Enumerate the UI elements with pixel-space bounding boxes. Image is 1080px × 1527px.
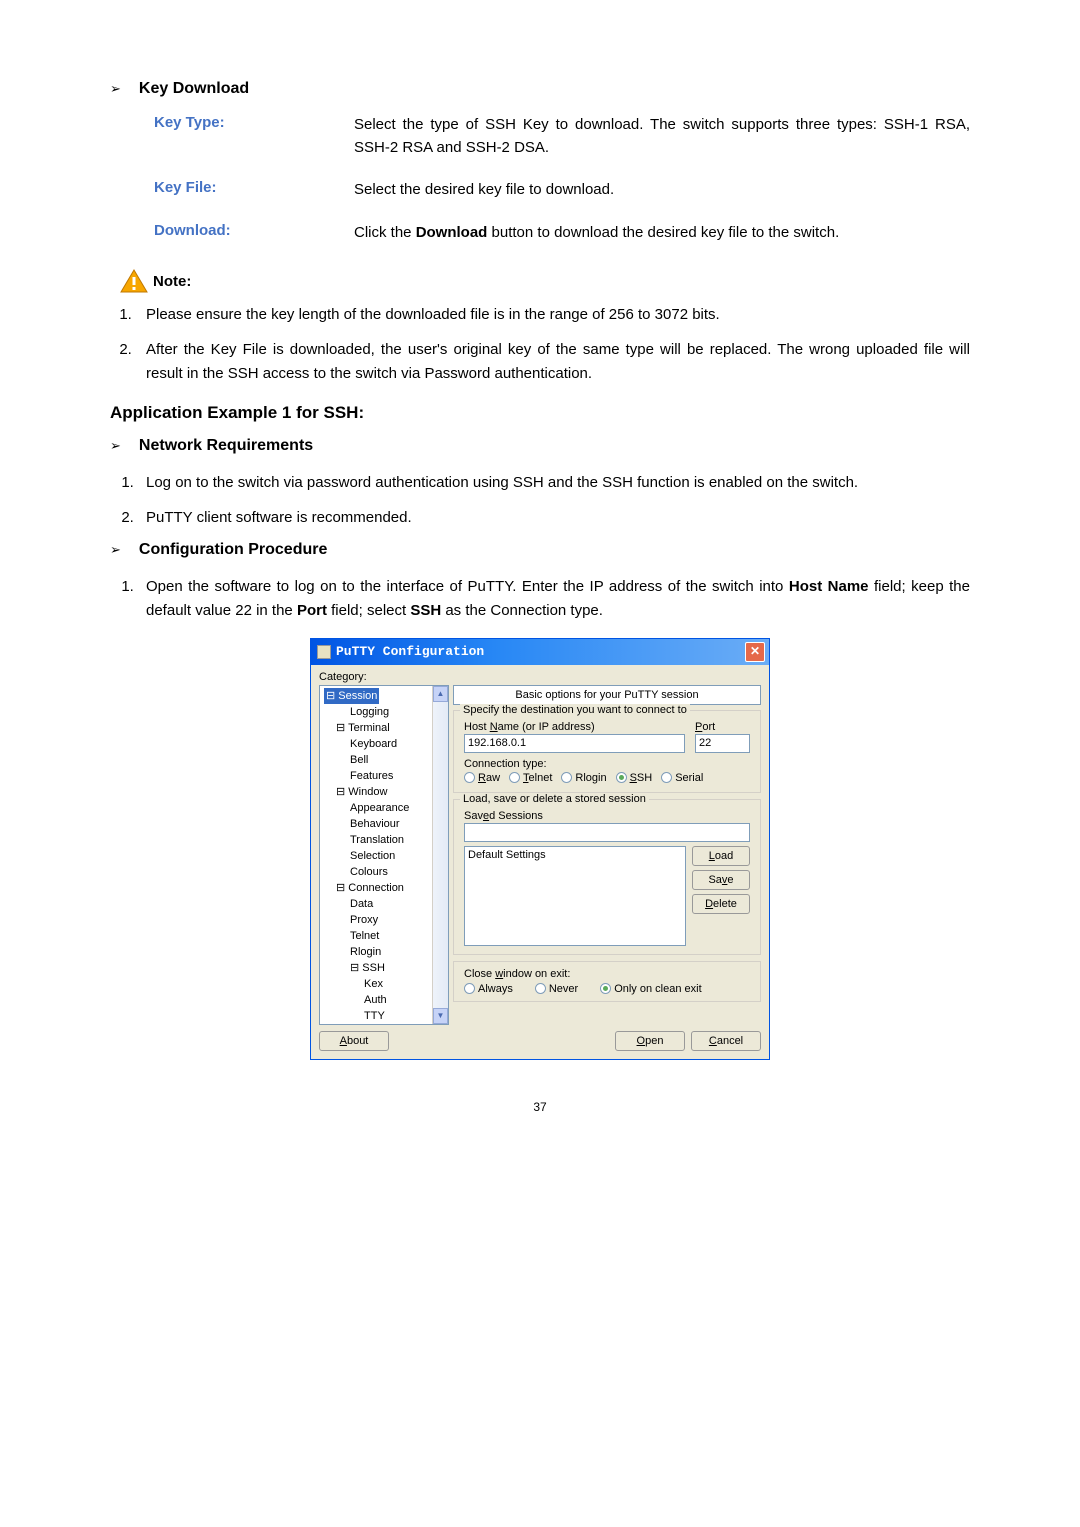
sessions-legend: Load, save or delete a stored session bbox=[460, 793, 649, 805]
category-label: Category: bbox=[319, 671, 761, 683]
page-number: 37 bbox=[110, 1100, 970, 1114]
radio-rlogin[interactable]: Rlogin bbox=[561, 772, 606, 784]
desc-key-file: Select the desired key file to download. bbox=[354, 179, 970, 202]
bullet-icon: ➢ bbox=[110, 438, 121, 454]
term-key-file: Key File: bbox=[154, 179, 354, 202]
putty-app-icon bbox=[317, 645, 331, 659]
session-item-default[interactable]: Default Settings bbox=[468, 849, 682, 861]
note-item-1: Please ensure the key length of the down… bbox=[136, 303, 970, 326]
tree-item[interactable]: Bell bbox=[324, 752, 448, 768]
tree-item[interactable]: Features bbox=[324, 768, 448, 784]
category-tree[interactable]: ⊟ SessionLogging⊟ TerminalKeyboardBellFe… bbox=[319, 685, 449, 1025]
radio-close-never[interactable]: Never bbox=[535, 983, 578, 995]
close-window-label: Close window on exit: bbox=[464, 968, 750, 980]
tree-item[interactable]: ⊟ SSH bbox=[324, 960, 448, 976]
destination-legend: Specify the destination you want to conn… bbox=[460, 704, 690, 716]
hostname-label: Host Name (or IP address) bbox=[464, 721, 685, 733]
tree-item[interactable]: TTY bbox=[324, 1008, 448, 1024]
radio-raw[interactable]: Raw bbox=[464, 772, 500, 784]
load-button[interactable]: Load bbox=[692, 846, 750, 866]
tree-item[interactable]: Rlogin bbox=[324, 944, 448, 960]
radio-telnet[interactable]: Telnet bbox=[509, 772, 552, 784]
radio-close-only-on-clean-exit[interactable]: Only on clean exit bbox=[600, 983, 701, 995]
tree-item[interactable]: Appearance bbox=[324, 800, 448, 816]
radio-close-always[interactable]: Always bbox=[464, 983, 513, 995]
tree-item[interactable]: Translation bbox=[324, 832, 448, 848]
radio-ssh[interactable]: SSH bbox=[616, 772, 653, 784]
putty-config-window: PuTTY Configuration ✕ Category: ⊟ Sessio… bbox=[310, 638, 770, 1060]
bullet-icon: ➢ bbox=[110, 81, 121, 97]
tree-item[interactable]: Logging bbox=[324, 704, 448, 720]
network-req-1: Log on to the switch via password authen… bbox=[138, 471, 970, 494]
port-input[interactable] bbox=[695, 734, 750, 753]
tree-item[interactable]: ⊟ Session bbox=[324, 688, 448, 704]
save-button[interactable]: Save bbox=[692, 870, 750, 890]
network-req-2: PuTTY client software is recommended. bbox=[138, 506, 970, 529]
saved-sessions-label: Saved Sessions bbox=[464, 810, 750, 822]
tree-item[interactable]: Colours bbox=[324, 864, 448, 880]
scroll-down-icon[interactable]: ▼ bbox=[433, 1008, 448, 1024]
warning-icon bbox=[120, 269, 148, 293]
scrollbar[interactable]: ▲ ▼ bbox=[432, 686, 448, 1024]
key-download-heading: Key Download bbox=[139, 80, 249, 98]
tree-item[interactable]: Behaviour bbox=[324, 816, 448, 832]
tree-item[interactable]: X11 bbox=[324, 1024, 448, 1025]
bullet-icon: ➢ bbox=[110, 542, 121, 558]
cancel-button[interactable]: Cancel bbox=[691, 1031, 761, 1051]
network-req-heading: Network Requirements bbox=[139, 437, 313, 455]
tree-item[interactable]: ⊟ Connection bbox=[324, 880, 448, 896]
radio-serial[interactable]: Serial bbox=[661, 772, 703, 784]
panel-title: Basic options for your PuTTY session bbox=[453, 685, 761, 705]
note-label: Note: bbox=[153, 273, 191, 290]
connection-type-label: Connection type: bbox=[464, 758, 750, 770]
tree-item[interactable]: Keyboard bbox=[324, 736, 448, 752]
term-download: Download: bbox=[154, 222, 354, 245]
tree-item[interactable]: Selection bbox=[324, 848, 448, 864]
sessions-list[interactable]: Default Settings bbox=[464, 846, 686, 946]
scroll-up-icon[interactable]: ▲ bbox=[433, 686, 448, 702]
delete-button[interactable]: Delete bbox=[692, 894, 750, 914]
section-heading: Application Example 1 for SSH: bbox=[110, 403, 970, 423]
about-button[interactable]: About bbox=[319, 1031, 389, 1051]
close-icon[interactable]: ✕ bbox=[745, 642, 765, 662]
open-button[interactable]: Open bbox=[615, 1031, 685, 1051]
tree-item[interactable]: Data bbox=[324, 896, 448, 912]
term-key-type: Key Type: bbox=[154, 114, 354, 159]
tree-item[interactable]: ⊟ Terminal bbox=[324, 720, 448, 736]
tree-item[interactable]: ⊟ Window bbox=[324, 784, 448, 800]
desc-key-type: Select the type of SSH Key to download. … bbox=[354, 114, 970, 159]
putty-title: PuTTY Configuration bbox=[336, 644, 484, 659]
note-item-2: After the Key File is downloaded, the us… bbox=[136, 338, 970, 385]
hostname-input[interactable] bbox=[464, 734, 685, 753]
tree-item[interactable]: Kex bbox=[324, 976, 448, 992]
config-proc-heading: Configuration Procedure bbox=[139, 541, 327, 559]
desc-download: Click the Download button to download th… bbox=[354, 222, 970, 245]
tree-item[interactable]: Telnet bbox=[324, 928, 448, 944]
port-label: Port bbox=[695, 721, 750, 733]
config-proc-1: Open the software to log on to the inter… bbox=[138, 575, 970, 622]
tree-item[interactable]: Proxy bbox=[324, 912, 448, 928]
saved-sessions-input[interactable] bbox=[464, 823, 750, 842]
tree-item[interactable]: Auth bbox=[324, 992, 448, 1008]
